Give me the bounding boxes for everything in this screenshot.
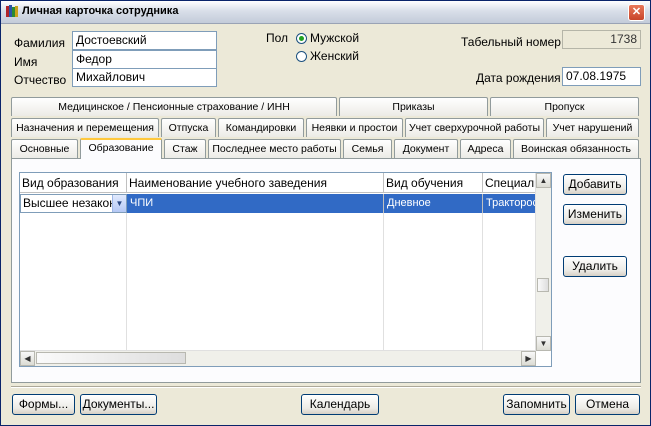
employee-number-field: 1738 <box>562 30 641 49</box>
table-row-institution[interactable]: ЧПИ <box>127 194 384 213</box>
tab-family[interactable]: Семья <box>343 139 392 158</box>
gender-label: Пол <box>266 31 289 45</box>
column-header-specialty[interactable]: Специальн <box>483 173 537 193</box>
calendar-button[interactable]: Календарь <box>301 394 379 415</box>
chevron-down-icon[interactable]: ▼ <box>112 195 126 212</box>
tab-orders[interactable]: Приказы <box>339 97 488 116</box>
column-header-study-form[interactable]: Вид обучения <box>384 173 483 193</box>
column-divider <box>482 213 483 353</box>
birth-date-field[interactable]: 07.08.1975 <box>562 67 641 86</box>
horizontal-scroll-thumb[interactable] <box>36 352 186 364</box>
name-label: Имя <box>14 55 38 69</box>
horizontal-scrollbar[interactable]: ◀ ▶ <box>20 350 536 366</box>
column-divider <box>383 213 384 353</box>
tab-pass[interactable]: Пропуск <box>490 97 639 116</box>
education-kind-value: Высшее незакон. <box>23 196 120 210</box>
scroll-down-icon[interactable]: ▼ <box>536 336 551 351</box>
documents-button[interactable]: Документы... <box>80 394 157 415</box>
table-row-study-form[interactable]: Дневное <box>384 194 483 213</box>
vertical-scroll-thumb[interactable] <box>537 278 549 292</box>
tab-business-trips[interactable]: Командировки <box>218 118 304 137</box>
scroll-up-icon[interactable]: ▲ <box>536 173 551 188</box>
name-field[interactable]: Федор <box>72 50 217 69</box>
employee-number-label: Табельный номер <box>461 35 561 49</box>
add-button[interactable]: Добавить <box>563 174 627 195</box>
tab-addresses[interactable]: Адреса <box>460 139 511 158</box>
close-icon: ✕ <box>631 6 642 18</box>
window-title: Личная карточка сотрудника <box>22 5 179 17</box>
cancel-button[interactable]: Отмена <box>575 394 640 415</box>
save-button[interactable]: Запомнить <box>503 394 570 415</box>
gender-male-radio[interactable] <box>296 33 307 44</box>
surname-label: Фамилия <box>14 36 65 50</box>
table-row-specialty[interactable]: Тракторос <box>483 194 537 213</box>
tab-main[interactable]: Основные <box>11 139 78 158</box>
column-header-institution[interactable]: Наименование учебного заведения <box>127 173 384 193</box>
tab-education[interactable]: Образование <box>80 138 162 159</box>
tab-document[interactable]: Документ <box>394 139 458 158</box>
surname-field[interactable]: Достоевский <box>72 31 217 50</box>
column-header-kind[interactable]: Вид образования <box>20 173 127 193</box>
gender-female-radio[interactable] <box>296 51 307 62</box>
close-button[interactable]: ✕ <box>628 4 645 21</box>
tab-last-workplace[interactable]: Последнее место работы <box>208 139 341 158</box>
tab-medical-insurance[interactable]: Медицинское / Пенсионные страхование / И… <box>11 97 337 116</box>
scroll-left-icon[interactable]: ◀ <box>20 351 35 366</box>
tab-violations[interactable]: Учет нарушений <box>546 118 639 137</box>
books-icon <box>6 5 18 17</box>
birth-date-label: Дата рождения <box>476 71 561 85</box>
tab-vacations[interactable]: Отпуска <box>161 118 216 137</box>
tab-experience[interactable]: Стаж <box>164 139 206 158</box>
patronymic-field[interactable]: Михайлович <box>72 68 217 87</box>
tab-military[interactable]: Воинская обязанность <box>513 139 639 158</box>
gender-female-label[interactable]: Женский <box>310 49 359 63</box>
title-bar[interactable]: Личная карточка сотрудника ✕ <box>1 1 650 24</box>
scroll-right-icon[interactable]: ▶ <box>521 351 536 366</box>
footer-separator <box>11 386 641 388</box>
patronymic-label: Отчество <box>14 73 67 87</box>
tab-assignments[interactable]: Назначения и перемещения <box>11 118 159 137</box>
forms-button[interactable]: Формы... <box>12 394 75 415</box>
edit-button[interactable]: Изменить <box>563 204 627 225</box>
delete-button[interactable]: Удалить <box>563 256 627 277</box>
vertical-scrollbar[interactable]: ▲ ▼ <box>535 173 551 351</box>
education-kind-select[interactable]: Высшее незакон. ▼ <box>20 194 127 213</box>
tab-overtime[interactable]: Учет сверхурочной работы <box>405 118 544 137</box>
column-divider <box>126 213 127 353</box>
gender-male-label[interactable]: Мужской <box>310 31 359 45</box>
tab-absences[interactable]: Неявки и простои <box>306 118 403 137</box>
employee-card-window: Личная карточка сотрудника ✕ Фамилия Дос… <box>0 0 651 426</box>
education-grid[interactable]: Вид образования Наименование учебного за… <box>19 172 552 367</box>
